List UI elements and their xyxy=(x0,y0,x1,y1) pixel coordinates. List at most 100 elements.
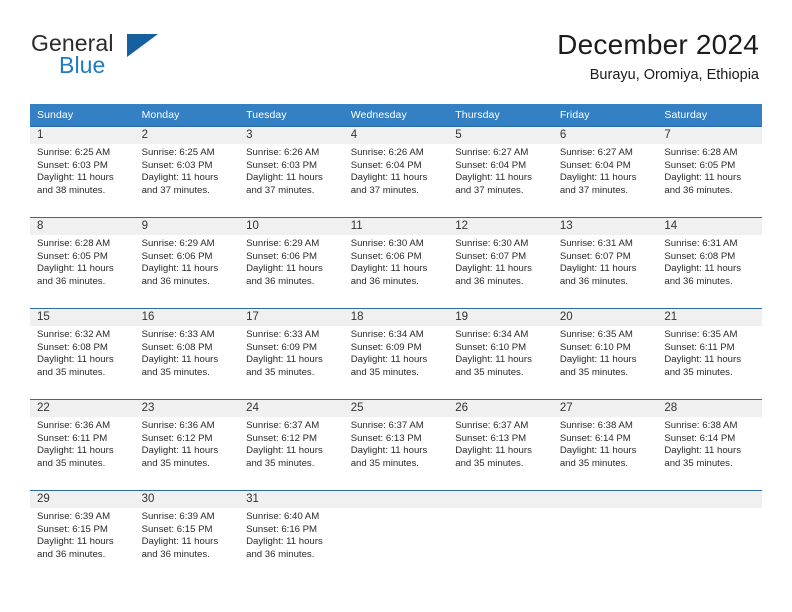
sunset-text: Sunset: 6:07 PM xyxy=(455,250,527,262)
day-number: 5 xyxy=(448,127,553,144)
daylight-text-line2: and 36 minutes. xyxy=(37,548,106,560)
day-number: 9 xyxy=(134,218,240,235)
day-cell[interactable]: 11 Sunrise: 6:30 AM Sunset: 6:06 PM Dayl… xyxy=(343,217,449,309)
day-cell[interactable]: 1 Sunrise: 6:25 AM Sunset: 6:03 PM Dayli… xyxy=(30,126,135,218)
day-cell[interactable]: 6 Sunrise: 6:27 AM Sunset: 6:04 PM Dayli… xyxy=(552,126,658,218)
day-cell[interactable]: 12 Sunrise: 6:30 AM Sunset: 6:07 PM Dayl… xyxy=(448,217,553,309)
daylight-text-line1: Daylight: 11 hours xyxy=(246,354,323,366)
day-details: Sunrise: 6:25 AM Sunset: 6:03 PM Dayligh… xyxy=(135,144,240,197)
weekday-header-thursday: Thursday xyxy=(448,104,553,127)
day-cell-inner: 23 Sunrise: 6:36 AM Sunset: 6:12 PM Dayl… xyxy=(134,400,240,490)
day-cell[interactable]: 16 Sunrise: 6:33 AM Sunset: 6:08 PM Dayl… xyxy=(134,308,240,400)
weekday-header-row: Sunday Monday Tuesday Wednesday Thursday… xyxy=(30,104,762,127)
day-cell-inner: 21 Sunrise: 6:35 AM Sunset: 6:11 PM Dayl… xyxy=(657,309,762,399)
sunrise-text: Sunrise: 6:35 AM xyxy=(559,329,633,340)
sunrise-text: Sunrise: 6:26 AM xyxy=(246,147,320,158)
daylight-text-line1: Daylight: 11 hours xyxy=(246,172,323,184)
day-cell[interactable]: 5 Sunrise: 6:27 AM Sunset: 6:04 PM Dayli… xyxy=(448,126,553,218)
daylight-text-line2: and 37 minutes. xyxy=(246,184,315,196)
sunrise-text: Sunrise: 6:25 AM xyxy=(141,147,215,158)
day-details: Sunrise: 6:34 AM Sunset: 6:10 PM Dayligh… xyxy=(448,326,553,379)
day-cell[interactable]: 19 Sunrise: 6:34 AM Sunset: 6:10 PM Dayl… xyxy=(448,308,553,400)
generalblue-logo[interactable]: General Blue xyxy=(31,32,251,82)
day-details: Sunrise: 6:33 AM Sunset: 6:09 PM Dayligh… xyxy=(239,326,344,379)
weekday-header-friday: Friday xyxy=(552,104,658,127)
sunset-text: Sunset: 6:12 PM xyxy=(246,432,318,444)
sunset-text: Sunset: 6:11 PM xyxy=(664,341,735,353)
daylight-text-line1: Daylight: 11 hours xyxy=(559,263,637,275)
day-cell[interactable]: 14 Sunrise: 6:31 AM Sunset: 6:08 PM Dayl… xyxy=(657,217,762,309)
day-cell-inner: 25 Sunrise: 6:37 AM Sunset: 6:13 PM Dayl… xyxy=(343,400,449,490)
day-cell[interactable]: 3 Sunrise: 6:26 AM Sunset: 6:03 PM Dayli… xyxy=(239,126,344,218)
daylight-text-line1: Daylight: 11 hours xyxy=(664,172,741,184)
day-number: 20 xyxy=(552,309,658,326)
sunset-text: Sunset: 6:08 PM xyxy=(37,341,108,353)
day-cell[interactable]: 24 Sunrise: 6:37 AM Sunset: 6:12 PM Dayl… xyxy=(239,399,344,491)
sunset-text: Sunset: 6:05 PM xyxy=(37,250,108,262)
sunset-text: Sunset: 6:15 PM xyxy=(37,523,108,535)
day-cell[interactable]: 17 Sunrise: 6:33 AM Sunset: 6:09 PM Dayl… xyxy=(239,308,344,400)
day-cell[interactable]: 15 Sunrise: 6:32 AM Sunset: 6:08 PM Dayl… xyxy=(30,308,135,400)
sunrise-text: Sunrise: 6:33 AM xyxy=(246,329,320,340)
sunset-text: Sunset: 6:09 PM xyxy=(246,341,318,353)
daylight-text-line2: and 35 minutes. xyxy=(246,457,315,469)
day-details: Sunrise: 6:28 AM Sunset: 6:05 PM Dayligh… xyxy=(657,144,762,197)
day-cell[interactable]: 27 Sunrise: 6:38 AM Sunset: 6:14 PM Dayl… xyxy=(552,399,658,491)
day-cell[interactable]: 30 Sunrise: 6:39 AM Sunset: 6:15 PM Dayl… xyxy=(134,490,240,581)
sunrise-text: Sunrise: 6:29 AM xyxy=(246,238,320,249)
day-cell[interactable]: 22 Sunrise: 6:36 AM Sunset: 6:11 PM Dayl… xyxy=(30,399,135,491)
sunset-text: Sunset: 6:07 PM xyxy=(559,250,631,262)
sunrise-text: Sunrise: 6:35 AM xyxy=(664,329,738,340)
day-details: Sunrise: 6:38 AM Sunset: 6:14 PM Dayligh… xyxy=(553,417,658,470)
title-block: December 2024 Burayu, Oromiya, Ethiopia xyxy=(557,28,759,86)
day-cell[interactable]: 21 Sunrise: 6:35 AM Sunset: 6:11 PM Dayl… xyxy=(657,308,762,400)
day-cell[interactable]: 31 Sunrise: 6:40 AM Sunset: 6:16 PM Dayl… xyxy=(239,490,344,581)
day-details: Sunrise: 6:28 AM Sunset: 6:05 PM Dayligh… xyxy=(30,235,135,288)
daylight-text-line1: Daylight: 11 hours xyxy=(350,445,428,457)
day-cell[interactable]: 2 Sunrise: 6:25 AM Sunset: 6:03 PM Dayli… xyxy=(134,126,240,218)
day-details: Sunrise: 6:29 AM Sunset: 6:06 PM Dayligh… xyxy=(239,235,344,288)
day-cell[interactable]: 25 Sunrise: 6:37 AM Sunset: 6:13 PM Dayl… xyxy=(343,399,449,491)
day-cell-inner: 29 Sunrise: 6:39 AM Sunset: 6:15 PM Dayl… xyxy=(30,491,135,581)
day-details: Sunrise: 6:38 AM Sunset: 6:14 PM Dayligh… xyxy=(657,417,762,470)
weekday-header-monday: Monday xyxy=(134,104,240,127)
sunrise-text: Sunrise: 6:25 AM xyxy=(37,147,111,158)
day-cell[interactable]: 9 Sunrise: 6:29 AM Sunset: 6:06 PM Dayli… xyxy=(134,217,240,309)
day-cell[interactable]: 13 Sunrise: 6:31 AM Sunset: 6:07 PM Dayl… xyxy=(552,217,658,309)
daylight-text-line1: Daylight: 11 hours xyxy=(664,263,741,275)
day-number: 12 xyxy=(448,218,553,235)
day-cell[interactable]: 28 Sunrise: 6:38 AM Sunset: 6:14 PM Dayl… xyxy=(657,399,762,491)
day-cell[interactable]: 10 Sunrise: 6:29 AM Sunset: 6:06 PM Dayl… xyxy=(239,217,344,309)
day-cell-inner xyxy=(657,491,762,581)
sunset-text: Sunset: 6:03 PM xyxy=(246,159,318,171)
day-cell[interactable]: 26 Sunrise: 6:37 AM Sunset: 6:13 PM Dayl… xyxy=(448,399,553,491)
day-cell-inner: 17 Sunrise: 6:33 AM Sunset: 6:09 PM Dayl… xyxy=(239,309,344,399)
day-cell-inner: 1 Sunrise: 6:25 AM Sunset: 6:03 PM Dayli… xyxy=(30,127,135,217)
sunset-text: Sunset: 6:11 PM xyxy=(37,432,108,444)
day-cell[interactable]: 7 Sunrise: 6:28 AM Sunset: 6:05 PM Dayli… xyxy=(657,126,762,218)
day-details: Sunrise: 6:29 AM Sunset: 6:06 PM Dayligh… xyxy=(135,235,240,288)
day-cell[interactable]: 18 Sunrise: 6:34 AM Sunset: 6:09 PM Dayl… xyxy=(343,308,449,400)
day-cell-inner: 18 Sunrise: 6:34 AM Sunset: 6:09 PM Dayl… xyxy=(343,309,449,399)
daylight-text-line2: and 35 minutes. xyxy=(664,366,733,378)
day-number: 6 xyxy=(552,127,658,144)
daylight-text-line1: Daylight: 11 hours xyxy=(455,445,532,457)
day-cell[interactable]: 23 Sunrise: 6:36 AM Sunset: 6:12 PM Dayl… xyxy=(134,399,240,491)
day-number: 8 xyxy=(30,218,135,235)
daylight-text-line2: and 36 minutes. xyxy=(246,548,315,560)
day-number: 16 xyxy=(134,309,240,326)
daylight-text-line1: Daylight: 11 hours xyxy=(350,263,428,275)
daylight-text-line2: and 35 minutes. xyxy=(141,457,210,469)
day-cell[interactable]: 20 Sunrise: 6:35 AM Sunset: 6:10 PM Dayl… xyxy=(552,308,658,400)
sunset-text: Sunset: 6:15 PM xyxy=(141,523,213,535)
day-details: Sunrise: 6:26 AM Sunset: 6:03 PM Dayligh… xyxy=(239,144,344,197)
day-cell[interactable]: 8 Sunrise: 6:28 AM Sunset: 6:05 PM Dayli… xyxy=(30,217,135,309)
day-cell[interactable]: 29 Sunrise: 6:39 AM Sunset: 6:15 PM Dayl… xyxy=(30,490,135,581)
day-details: Sunrise: 6:36 AM Sunset: 6:11 PM Dayligh… xyxy=(30,417,135,470)
location-subtitle: Burayu, Oromiya, Ethiopia xyxy=(589,67,759,83)
day-cell-inner: 19 Sunrise: 6:34 AM Sunset: 6:10 PM Dayl… xyxy=(448,309,553,399)
daylight-text-line1: Daylight: 11 hours xyxy=(141,445,219,457)
day-cell[interactable]: 4 Sunrise: 6:26 AM Sunset: 6:04 PM Dayli… xyxy=(343,126,449,218)
sunrise-text: Sunrise: 6:28 AM xyxy=(37,238,111,249)
daylight-text-line2: and 36 minutes. xyxy=(246,275,315,287)
